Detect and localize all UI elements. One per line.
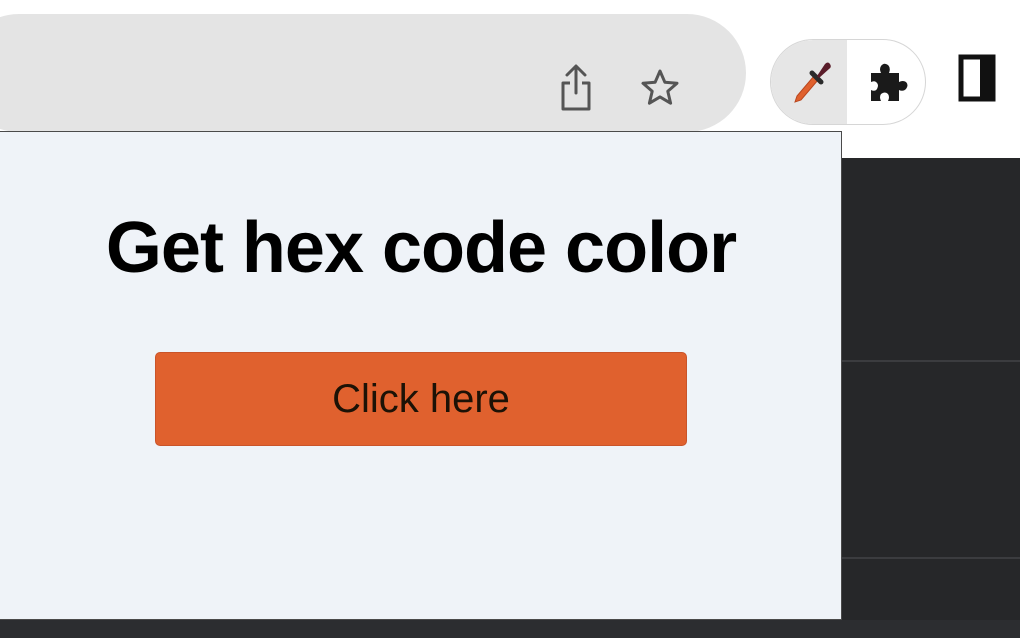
click-here-button[interactable]: Click here <box>155 352 687 446</box>
eyedropper-icon[interactable] <box>785 50 837 112</box>
popup-title: Get hex code color <box>105 208 737 288</box>
puzzle-icon[interactable] <box>863 50 915 112</box>
divider <box>842 557 1020 559</box>
share-icon[interactable] <box>556 62 596 114</box>
address-bar[interactable] <box>0 14 746 132</box>
extension-popup: Get hex code color Click here <box>0 131 842 620</box>
page-bottom-strip <box>0 620 1020 638</box>
extension-pill <box>770 39 926 125</box>
screenshot-stage: Get hex code color Click here <box>0 0 1020 638</box>
side-panel-icon[interactable] <box>952 48 1002 108</box>
divider <box>842 360 1020 362</box>
star-icon[interactable] <box>640 62 680 114</box>
